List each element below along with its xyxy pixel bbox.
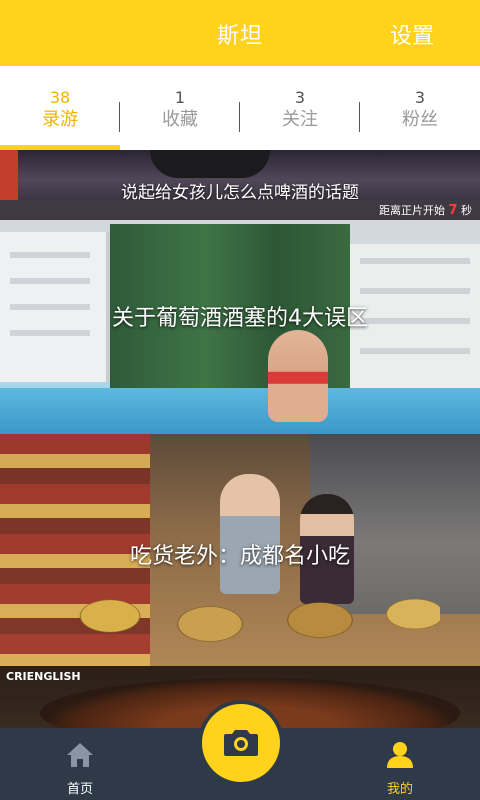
camera-icon: [224, 730, 258, 756]
nav-me[interactable]: 我的: [340, 728, 460, 800]
video-thumbnail-element: [268, 330, 328, 422]
tab-count: 3: [294, 88, 306, 107]
video-caption: 吃货老外：成都名小吃: [129, 544, 350, 569]
video-card[interactable]: 说起给女孩儿怎么点啤酒的话题: [0, 150, 480, 200]
video-feed: 说起给女孩儿怎么点啤酒的话题 距离正片开始 7 秒 关于葡萄酒酒塞的4大误区 吃…: [0, 150, 480, 728]
countdown-unit: 秒: [461, 204, 472, 217]
tab-followers[interactable]: 3 粉丝: [360, 66, 480, 150]
tab-label: 关注: [282, 109, 318, 130]
tab-count: 3: [414, 88, 426, 107]
home-icon: [67, 743, 93, 767]
tab-trips[interactable]: 38 录游: [0, 66, 120, 150]
tab-label: 收藏: [162, 109, 198, 130]
profile-stats-tabs: 38 录游 1 收藏 3 关注 3 粉丝: [0, 66, 480, 150]
countdown-text: 距离正片开始: [378, 204, 445, 217]
user-icon: [387, 742, 413, 768]
countdown-number: 7: [448, 203, 458, 218]
nav-home[interactable]: 首页: [20, 728, 140, 800]
video-countdown-strip: 距离正片开始 7 秒: [0, 200, 480, 220]
watermark-text: CRIENGLISH: [6, 670, 81, 683]
video-card[interactable]: 吃货老外：成都名小吃: [0, 434, 480, 666]
countdown-notice: 距离正片开始 7 秒: [379, 202, 472, 218]
channel-watermark: CRIENGLISH: [6, 670, 81, 683]
video-caption: 关于葡萄酒酒塞的4大误区: [112, 306, 368, 331]
nav-label: 我的: [386, 782, 413, 797]
video-thumbnail-element: [20, 576, 440, 666]
video-thumbnail-element: [0, 388, 480, 434]
tab-following[interactable]: 3 关注: [240, 66, 360, 150]
tab-count: 1: [174, 88, 186, 107]
nav-label: 首页: [66, 782, 93, 797]
app-header: 斯坦 设置: [0, 0, 480, 66]
settings-button[interactable]: 设置: [390, 18, 434, 50]
tab-label: 录游: [42, 109, 78, 130]
camera-button[interactable]: [198, 700, 284, 786]
tab-favorites[interactable]: 1 收藏: [120, 66, 240, 150]
video-card[interactable]: 关于葡萄酒酒塞的4大误区: [0, 220, 480, 434]
video-thumbnail-element: [150, 150, 270, 178]
tab-count: 38: [49, 88, 71, 107]
video-caption: 说起给女孩儿怎么点啤酒的话题: [121, 183, 359, 200]
tab-label: 粉丝: [402, 109, 438, 130]
